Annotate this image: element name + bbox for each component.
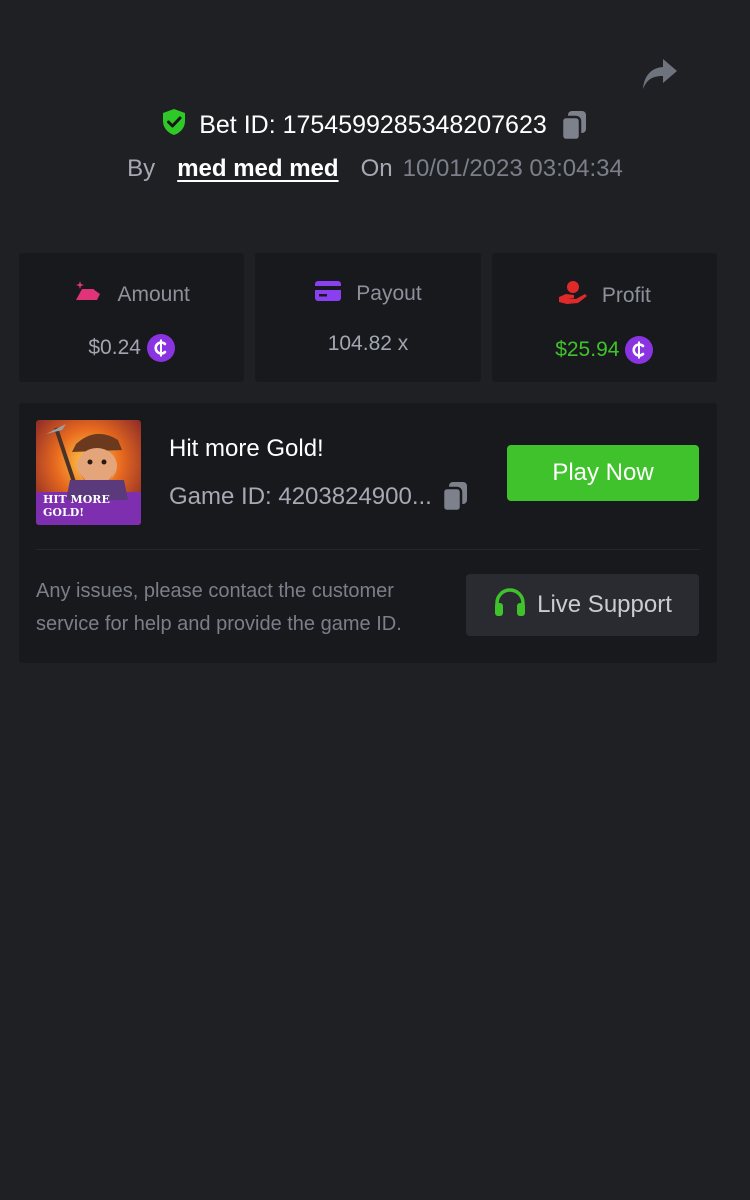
copy-game-id-icon[interactable] <box>440 481 470 513</box>
share-icon <box>641 57 679 96</box>
live-support-button[interactable]: Live Support <box>466 574 699 636</box>
game-id-text: Game ID: 4203824900... <box>169 483 432 510</box>
payout-card: Payout 104.82 x <box>255 253 481 382</box>
on-label: On <box>360 155 393 182</box>
divider <box>36 549 700 550</box>
username-link[interactable]: med med med <box>177 155 338 183</box>
profit-card: Profit $25.94 <box>491 253 717 382</box>
game-card: HIT MORE GOLD! Hit more Gold! Game ID: 4… <box>19 403 717 663</box>
coin-icon <box>146 334 175 362</box>
payout-label: Payout <box>356 282 422 305</box>
support-message: Any issues, please contact the customer … <box>36 580 402 635</box>
bet-author-row: By med med med On 10/01/2023 03:04:34 <box>0 155 750 183</box>
game-title[interactable]: Hit more Gold! <box>169 435 324 463</box>
headset-icon <box>493 587 527 624</box>
gold-bars-icon <box>73 280 103 310</box>
copy-bet-id-icon[interactable] <box>559 110 589 142</box>
by-label: By <box>127 155 156 182</box>
amount-card: Amount $0.24 <box>19 253 245 382</box>
verified-shield-icon <box>161 108 187 143</box>
coin-icon <box>625 336 654 364</box>
bet-stats: Amount $0.24 Payout 104.82 x Profit $25.… <box>19 253 717 382</box>
bet-datetime: 10/01/2023 03:04:34 <box>402 155 623 182</box>
share-button[interactable] <box>640 56 680 96</box>
amount-label: Amount <box>117 283 190 306</box>
hand-coin-icon <box>558 280 588 312</box>
game-thumbnail[interactable]: HIT MORE GOLD! <box>36 420 141 525</box>
thumb-title-line1: HIT MORE <box>43 493 110 506</box>
bet-id-text: Bet ID: 1754599285348207623 <box>199 111 547 139</box>
amount-value: $0.24 <box>88 336 141 359</box>
game-id-row: Game ID: 4203824900... <box>169 481 470 513</box>
live-support-label: Live Support <box>537 591 672 618</box>
thumb-title-line2: GOLD! <box>43 506 84 519</box>
profit-label: Profit <box>601 284 651 307</box>
profit-value: $25.94 <box>555 338 620 361</box>
play-now-button[interactable]: Play Now <box>507 445 699 501</box>
credit-card-icon <box>314 280 342 308</box>
payout-value: 104.82 x <box>327 332 409 355</box>
bet-id-row: Bet ID: 1754599285348207623 <box>0 108 750 143</box>
